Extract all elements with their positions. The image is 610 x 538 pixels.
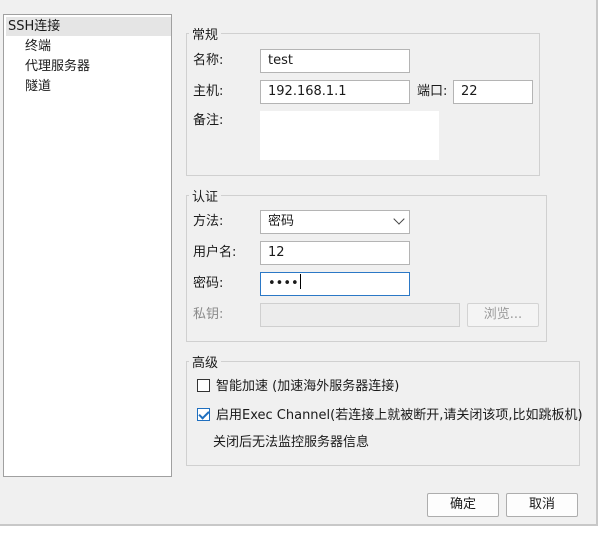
exec-channel-checkbox[interactable]	[197, 408, 210, 421]
username-input[interactable]: 12	[260, 241, 410, 265]
smart-accel-checkbox[interactable]	[197, 379, 210, 392]
tree-item-label: SSH连接	[8, 19, 61, 34]
host-input[interactable]: 192.168.1.1	[260, 80, 410, 104]
name-input[interactable]: test	[260, 49, 410, 73]
tree-item-label: 终端	[25, 39, 52, 54]
password-input[interactable]: ••••	[260, 272, 410, 296]
text-caret	[299, 274, 301, 289]
smart-accel-label: 智能加速 (加速海外服务器连接)	[216, 379, 400, 394]
password-mask: ••••	[268, 276, 299, 291]
port-label: 端口:	[417, 84, 448, 99]
private-key-input[interactable]	[260, 303, 460, 327]
method-select-value: 密码	[268, 214, 295, 229]
tree-item-ssh[interactable]: SSH连接	[6, 17, 171, 36]
tree-item-proxy[interactable]: 代理服务器	[25, 57, 90, 76]
dialog-shadow-bottom	[0, 524, 598, 526]
ok-button[interactable]: 确定	[427, 493, 499, 517]
exec-channel-option[interactable]: 启用Exec Channel(若连接上就被断开,请关闭该项,比如跳板机)	[197, 406, 583, 426]
name-label: 名称:	[193, 53, 224, 68]
method-label: 方法:	[193, 214, 224, 229]
advanced-group-title: 高级	[192, 356, 219, 371]
cancel-button[interactable]: 取消	[506, 493, 578, 517]
private-key-label: 私钥:	[193, 307, 224, 322]
category-tree: SSH连接 终端 代理服务器 隧道	[3, 14, 172, 477]
username-label: 用户名:	[193, 245, 237, 260]
tree-item-label: 代理服务器	[25, 59, 91, 74]
tree-item-label: 隧道	[25, 79, 52, 94]
general-group-title: 常规	[192, 28, 219, 43]
browse-button[interactable]: 浏览...	[467, 303, 539, 327]
method-select[interactable]: 密码	[260, 210, 410, 234]
dialog-shadow-right	[596, 0, 598, 526]
note-label: 备注:	[193, 113, 224, 128]
auth-group-title: 认证	[192, 190, 219, 205]
chevron-down-icon	[393, 213, 405, 225]
tree-item-tunnel[interactable]: 隧道	[25, 77, 51, 96]
note-textarea[interactable]	[259, 110, 440, 161]
port-input[interactable]: 22	[453, 80, 533, 104]
password-label: 密码:	[193, 276, 224, 291]
exec-channel-note: 关闭后无法监控服务器信息	[213, 435, 370, 450]
tree-item-terminal[interactable]: 终端	[25, 37, 51, 56]
exec-channel-label: 启用Exec Channel(若连接上就被断开,请关闭该项,比如跳板机)	[216, 408, 583, 423]
smart-accel-option[interactable]: 智能加速 (加速海外服务器连接)	[197, 377, 399, 397]
host-label: 主机:	[193, 84, 224, 99]
session-properties-dialog: SSH连接 终端 代理服务器 隧道 常规 名称: test 主机: 192.16…	[0, 0, 596, 524]
